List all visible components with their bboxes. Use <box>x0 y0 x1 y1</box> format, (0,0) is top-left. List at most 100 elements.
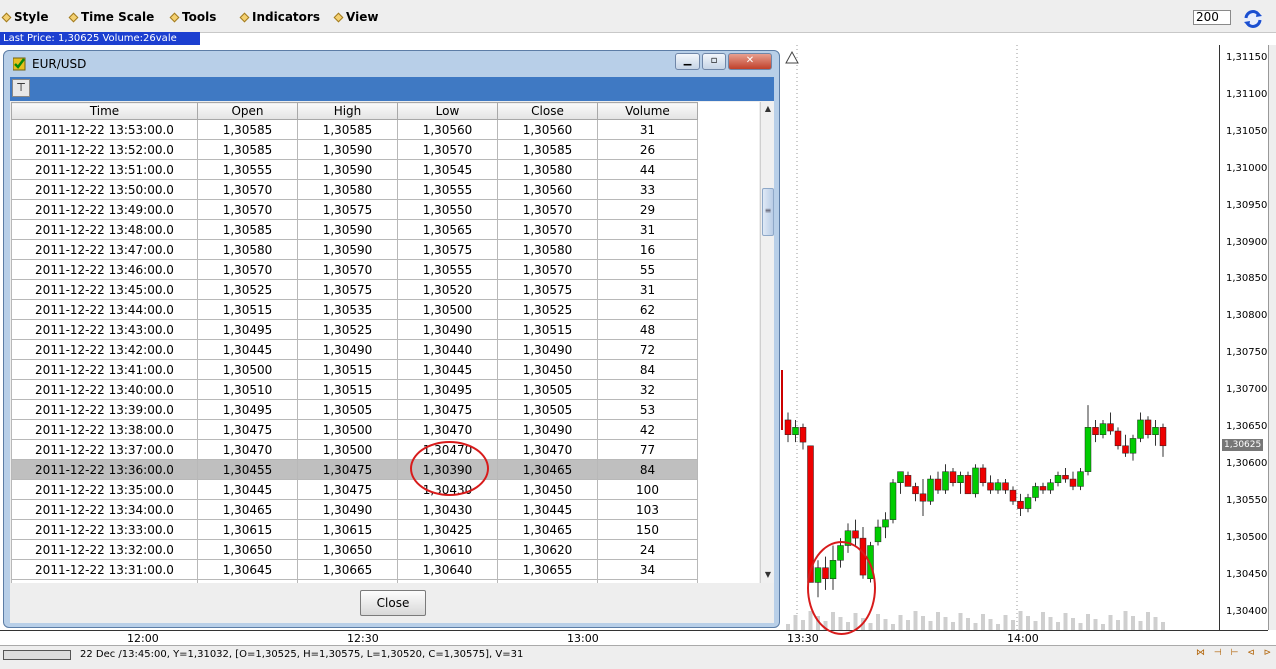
table-row[interactable]: 2011-12-22 13:51:00.0 1,30555 1,30590 1,305… <box>11 159 698 180</box>
scroll-down-icon[interactable]: ▼ <box>762 569 774 581</box>
candle-body <box>882 519 889 528</box>
table-row[interactable]: 2011-12-22 13:34:00.0 1,30465 1,30490 1,304… <box>11 499 698 520</box>
table-row[interactable]: 2011-12-22 13:49:00.0 1,30570 1,30575 1,305… <box>11 199 698 220</box>
cell-low: 1,30610 <box>397 539 498 560</box>
table-header-row: Time Open High Low Close Volume <box>11 102 698 120</box>
cell-low: 1,30545 <box>397 159 498 180</box>
cell-high: 1,30590 <box>297 159 398 180</box>
menu-view[interactable]: View <box>333 10 378 24</box>
cell-volume: 24 <box>597 539 698 560</box>
table-row[interactable]: 2011-12-22 13:42:00.0 1,30445 1,30490 1,304… <box>11 339 698 360</box>
volume-bar <box>1131 616 1135 630</box>
status-icons[interactable]: ⋈ ⊣ ⊢ ⊲ ⊳ <box>1196 648 1274 658</box>
cell-high: 1,30590 <box>297 239 398 260</box>
table-row[interactable]: 2011-12-22 13:45:00.0 1,30525 1,30575 1,305… <box>11 279 698 300</box>
table-row[interactable]: 2011-12-22 13:37:00.0 1,30470 1,30500 1,304… <box>11 439 698 460</box>
window-close-button[interactable]: ✕ <box>728 53 772 70</box>
cell-high: 1,30490 <box>297 339 398 360</box>
menu-style[interactable]: Style <box>1 10 48 24</box>
cell-open: 1,30445 <box>197 339 298 360</box>
zoom-input[interactable]: 200 <box>1193 10 1231 25</box>
table-row[interactable]: 2011-12-22 13:38:00.0 1,30475 1,30500 1,304… <box>11 419 698 440</box>
table-row[interactable]: 2011-12-22 13:33:00.0 1,30615 1,30615 1,304… <box>11 519 698 540</box>
cell-open: 1,30555 <box>197 159 298 180</box>
col-header-close[interactable]: Close <box>497 102 598 120</box>
pin-icon[interactable]: ⊤ <box>12 79 30 97</box>
cell-close: 1,30505 <box>497 399 598 420</box>
col-header-high[interactable]: High <box>297 102 398 120</box>
eurusd-window[interactable]: EUR/USD ▁ ▫ ✕ ⊤ Time Open High Low Close… <box>3 50 780 628</box>
candle-body <box>1084 427 1092 472</box>
candle-body <box>1099 423 1107 435</box>
table-row[interactable]: 2011-12-22 13:36:00.0 1,30455 1,30475 1,303… <box>11 459 698 480</box>
candle-body <box>949 471 957 483</box>
table-row[interactable]: 2011-12-22 13:32:00.0 1,30650 1,30650 1,306… <box>11 539 698 560</box>
table-row[interactable]: 2011-12-22 13:43:00.0 1,30495 1,30525 1,304… <box>11 319 698 340</box>
window-title: EUR/USD <box>32 57 87 71</box>
candle-body <box>942 471 949 491</box>
cell-high: 1,30490 <box>297 499 398 520</box>
table-row[interactable]: 2011-12-22 13:39:00.0 1,30495 1,30505 1,304… <box>11 399 698 420</box>
cell-empty <box>597 579 698 583</box>
table-row[interactable]: 2011-12-22 13:46:00.0 1,30570 1,30570 1,305… <box>11 259 698 280</box>
candle-body <box>972 467 979 495</box>
table-row[interactable] <box>11 579 698 583</box>
current-price-tag: 1,30625 <box>1222 439 1264 451</box>
candle-body <box>904 475 912 487</box>
table-row[interactable]: 2011-12-22 13:50:00.0 1,30570 1,30580 1,305… <box>11 179 698 200</box>
cell-volume: 103 <box>597 499 698 520</box>
cell-high: 1,30615 <box>297 519 398 540</box>
table-row[interactable]: 2011-12-22 13:53:00.0 1,30585 1,30585 1,305… <box>11 119 698 140</box>
candle-body <box>1069 478 1077 487</box>
annotation-ellipse-chart <box>807 541 876 635</box>
volume-bar <box>1078 623 1083 630</box>
candle-body <box>1039 486 1047 491</box>
warning-icon <box>785 50 799 64</box>
time-axis[interactable]: 12:00 12:30 13:00 13:30 14:00 <box>0 630 1268 646</box>
cell-open: 1,30585 <box>197 139 298 160</box>
volume-bar <box>988 619 993 630</box>
close-button[interactable]: Close <box>360 590 426 616</box>
table-row[interactable]: 2011-12-22 13:52:00.0 1,30585 1,30590 1,305… <box>11 139 698 160</box>
table-row[interactable]: 2011-12-22 13:40:00.0 1,30510 1,30515 1,304… <box>11 379 698 400</box>
window-titlebar[interactable]: EUR/USD ▁ ▫ ✕ <box>4 51 779 75</box>
cell-open: 1,30615 <box>197 519 298 540</box>
maximize-button[interactable]: ▫ <box>702 53 726 70</box>
table-row[interactable]: 2011-12-22 13:41:00.0 1,30500 1,30515 1,304… <box>11 359 698 380</box>
candle-body <box>1032 486 1039 498</box>
time-label: 12:00 <box>127 632 159 645</box>
menu-indicators[interactable]: Indicators <box>239 10 320 24</box>
scroll-thumb[interactable]: ≡ <box>762 188 774 236</box>
cell-volume: 44 <box>597 159 698 180</box>
volume-bar <box>966 618 970 630</box>
price-axis[interactable]: 1,31150 1,31100 1,31050 1,31000 1,30950 1,309… <box>1219 45 1269 630</box>
col-header-open[interactable]: Open <box>197 102 298 120</box>
volume-bar <box>1063 613 1068 630</box>
cell-volume: 55 <box>597 259 698 280</box>
minimize-button[interactable]: ▁ <box>675 53 700 70</box>
menu-time-scale[interactable]: Time Scale <box>68 10 154 24</box>
col-header-volume[interactable]: Volume <box>597 102 698 120</box>
table-scrollbar[interactable]: ▲ ≡ ▼ <box>760 102 774 583</box>
table-row[interactable]: 2011-12-22 13:35:00.0 1,30445 1,30475 1,304… <box>11 479 698 500</box>
table-row[interactable]: 2011-12-22 13:44:00.0 1,30515 1,30535 1,305… <box>11 299 698 320</box>
scroll-up-icon[interactable]: ▲ <box>762 103 774 115</box>
candle-body <box>1092 427 1099 435</box>
cell-close: 1,30585 <box>497 139 598 160</box>
refresh-icon[interactable] <box>1242 8 1264 30</box>
cell-high: 1,30515 <box>297 379 398 400</box>
price-label: 1,30850 <box>1226 273 1268 285</box>
table-row[interactable]: 2011-12-22 13:48:00.0 1,30585 1,30590 1,305… <box>11 219 698 240</box>
menu-tools[interactable]: Tools <box>169 10 216 24</box>
cell-volume: 42 <box>597 419 698 440</box>
col-header-low[interactable]: Low <box>397 102 498 120</box>
diamond-icon <box>68 12 79 22</box>
col-header-time[interactable]: Time <box>11 102 198 120</box>
table-row[interactable]: 2011-12-22 13:47:00.0 1,30580 1,30590 1,305… <box>11 239 698 260</box>
table-row[interactable]: 2011-12-22 13:31:00.0 1,30645 1,30665 1,306… <box>11 559 698 580</box>
price-label: 1,31100 <box>1226 88 1268 100</box>
candle-body <box>927 478 934 502</box>
cell-time: 2011-12-22 13:49:00.0 <box>11 199 198 220</box>
price-label: 1,30950 <box>1226 199 1268 211</box>
candle-body <box>1107 423 1114 432</box>
